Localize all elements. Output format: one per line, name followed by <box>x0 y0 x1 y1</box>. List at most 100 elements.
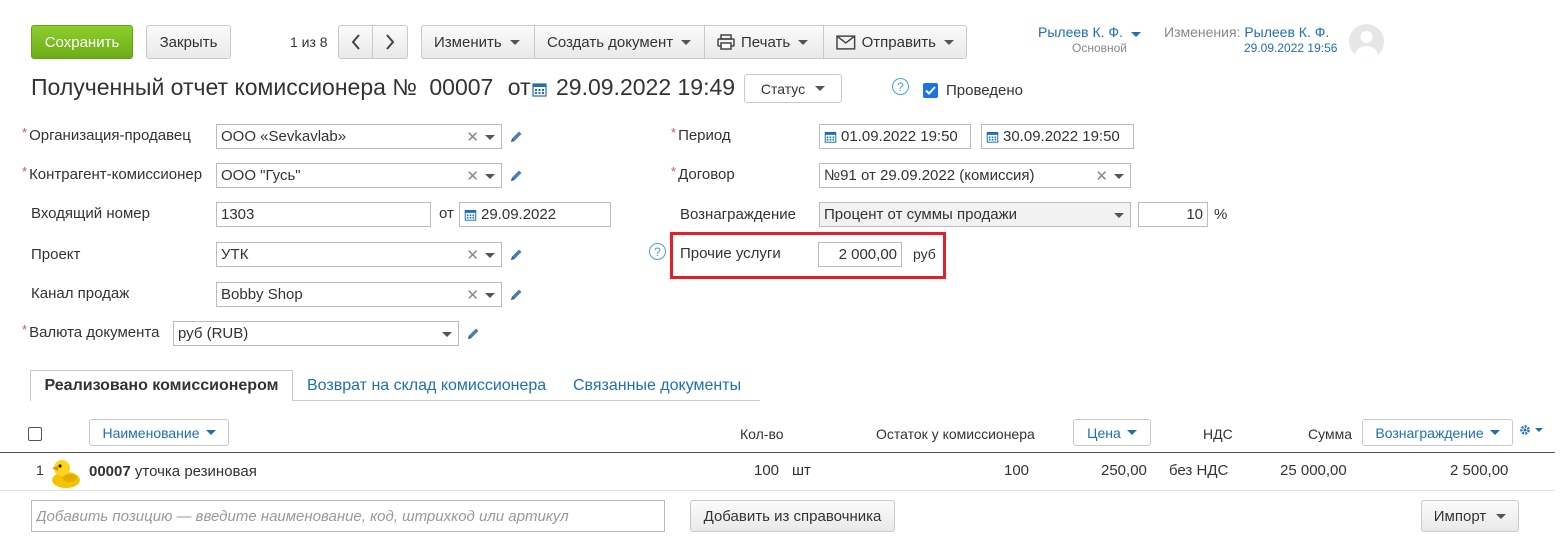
row-unit: шт <box>792 462 811 479</box>
save-button[interactable]: Сохранить <box>31 25 133 59</box>
print-label: Печать <box>741 33 791 51</box>
create-document-button[interactable]: Создать документ <box>535 26 705 58</box>
import-button[interactable]: Импорт <box>1421 500 1519 532</box>
calendar-icon[interactable] <box>986 130 999 143</box>
sort-reward-button[interactable]: Вознаграждение <box>1362 419 1513 446</box>
chevron-down-icon[interactable] <box>485 135 495 140</box>
incoming-date-field[interactable]: 29.09.2022 <box>459 202 611 227</box>
chevron-down-icon <box>1496 513 1507 519</box>
product-thumbnail[interactable] <box>49 455 83 489</box>
other-services-label: Прочие услуги <box>680 245 781 262</box>
chevron-down-icon <box>681 39 692 45</box>
other-services-unit: руб <box>913 246 936 262</box>
send-button[interactable]: Отправить <box>824 26 966 58</box>
add-from-catalog-button[interactable]: Добавить из справочника <box>690 500 895 532</box>
current-user-role: Основной <box>1072 41 1128 55</box>
changes-time: 29.09.2022 19:56 <box>1244 41 1338 55</box>
edit-pencil-icon[interactable] <box>508 168 524 184</box>
clear-icon[interactable]: ✕ <box>466 286 479 304</box>
sort-price-button[interactable]: Цена <box>1073 419 1151 446</box>
edit-pencil-icon[interactable] <box>508 247 524 263</box>
contract-label: * Договор <box>671 164 735 183</box>
chevron-down-icon[interactable] <box>442 332 452 337</box>
col-rest-header: Остаток у комиссионера <box>876 426 1035 442</box>
document-number[interactable]: 00007 <box>429 74 493 100</box>
col-vat-header: НДС <box>1203 426 1233 442</box>
avatar[interactable] <box>1349 24 1384 59</box>
edit-pencil-icon[interactable] <box>465 326 481 342</box>
posted-checkbox[interactable] <box>923 83 938 98</box>
incoming-number-field[interactable]: 1303 <box>216 202 431 227</box>
edit-pencil-icon[interactable] <box>508 129 524 145</box>
incoming-from-label: от <box>439 205 454 222</box>
edit-pencil-icon[interactable] <box>508 287 524 303</box>
help-icon[interactable]: ? <box>892 78 909 95</box>
row-price[interactable]: 250,00 <box>1101 462 1147 479</box>
chevron-left-icon <box>351 34 360 50</box>
document-type-title: Полученный отчет комиссионера № <box>31 74 417 100</box>
close-button[interactable]: Закрыть <box>146 25 231 59</box>
document-from-label: от <box>507 74 531 100</box>
reward-label: Вознаграждение <box>680 206 796 223</box>
create-document-label: Создать документ <box>547 33 674 51</box>
chevron-down-icon <box>944 39 954 45</box>
project-field[interactable]: УТК ✕ <box>216 242 502 267</box>
row-rest: 100 <box>1004 462 1030 479</box>
tab-return[interactable]: Возврат на склад комиссионера <box>307 377 546 395</box>
contractor-label: * Контрагент-комиссионер <box>22 164 203 183</box>
chevron-right-icon <box>386 34 395 50</box>
tabs-baseline <box>293 400 760 401</box>
send-label: Отправить <box>861 33 936 51</box>
contractor-field[interactable]: ООО "Гусь" ✕ <box>216 163 502 188</box>
changes-user-link[interactable]: Рылеев К. Ф. <box>1244 24 1329 40</box>
chevron-down-icon[interactable] <box>485 293 495 298</box>
table-row[interactable]: 1 00007 уточка резиновая 100 шт 100 250,… <box>0 453 1555 490</box>
clear-icon[interactable]: ✕ <box>466 128 479 146</box>
row-qty[interactable]: 100 <box>754 462 779 479</box>
currency-field[interactable]: руб (RUB) <box>173 321 459 346</box>
pager-text: 1 из 8 <box>290 34 328 50</box>
next-record-button[interactable] <box>372 25 408 59</box>
tab-related-documents[interactable]: Связанные документы <box>573 377 741 395</box>
current-user-name: Рылеев К. Ф. <box>1038 24 1123 40</box>
calendar-icon[interactable] <box>532 81 547 97</box>
chevron-down-icon[interactable] <box>1114 213 1124 218</box>
period-to-field[interactable]: 30.09.2022 19:50 <box>981 124 1134 149</box>
help-icon[interactable]: ? <box>649 243 666 260</box>
chevron-down-icon[interactable] <box>1114 174 1124 179</box>
checkmark-icon <box>925 86 936 95</box>
clear-icon[interactable]: ✕ <box>466 167 479 185</box>
clear-icon[interactable]: ✕ <box>466 246 479 264</box>
reward-type-select[interactable]: Процент от суммы продажи <box>819 202 1131 227</box>
changes-label: Изменения: <box>1164 24 1241 40</box>
other-services-field[interactable]: 2 000,00 <box>818 242 902 267</box>
chevron-down-icon[interactable] <box>485 174 495 179</box>
status-dropdown[interactable]: Статус <box>744 74 842 103</box>
prev-record-button[interactable] <box>338 25 373 59</box>
row-reward: 2 500,00 <box>1450 462 1509 479</box>
add-position-input[interactable] <box>31 500 665 532</box>
print-button[interactable]: Печать <box>705 26 824 58</box>
chevron-down-icon <box>205 430 216 435</box>
current-user-menu[interactable]: Рылеев К. Ф. <box>1038 24 1141 40</box>
tab-sold[interactable]: Реализовано комиссионером <box>30 370 293 401</box>
clear-icon[interactable]: ✕ <box>1095 167 1108 185</box>
period-from-field[interactable]: 01.09.2022 19:50 <box>819 124 971 149</box>
sales-channel-field[interactable]: Bobby Shop ✕ <box>216 282 502 307</box>
edit-menu-button[interactable]: Изменить <box>422 26 535 58</box>
reward-percent-field[interactable]: 10 <box>1138 202 1208 227</box>
chevron-down-icon <box>1130 32 1141 37</box>
org-field[interactable]: ООО «Sevkavlab» ✕ <box>216 124 502 149</box>
sort-name-button[interactable]: Наименование <box>89 419 229 446</box>
chevron-down-icon[interactable] <box>485 253 495 258</box>
calendar-icon[interactable] <box>464 208 477 221</box>
document-datetime[interactable]: 29.09.2022 19:49 <box>556 74 735 101</box>
printer-icon <box>717 34 735 50</box>
calendar-icon[interactable] <box>824 130 837 143</box>
select-all-checkbox[interactable] <box>28 427 42 441</box>
row-vat[interactable]: без НДС <box>1169 462 1228 479</box>
contract-field[interactable]: №91 от 29.09.2022 (комиссия) ✕ <box>819 163 1131 188</box>
product-code: 00007 <box>89 463 131 480</box>
table-settings-button[interactable] <box>1519 424 1543 436</box>
product-name[interactable]: 00007 уточка резиновая <box>89 463 257 480</box>
